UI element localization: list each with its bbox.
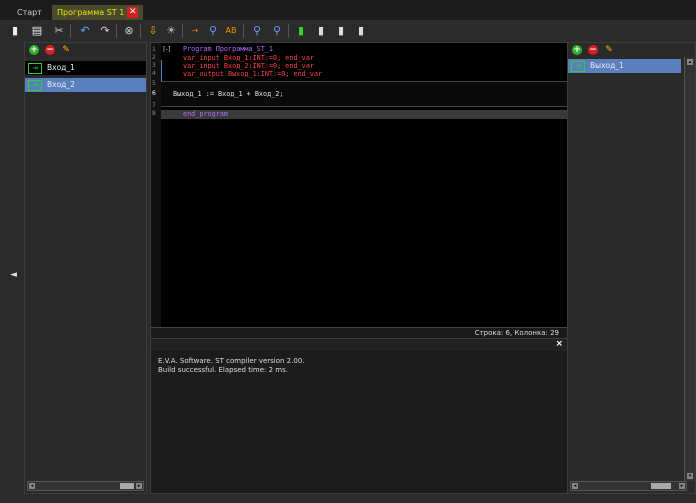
variable-label: Вход_2 (47, 80, 75, 89)
inputs-panel: + − ✎ ⇥ Вход_1 ⇥ Вход_2 ◂ ▸ (24, 42, 147, 494)
line-number: 4 (152, 70, 156, 77)
remove-icon[interactable]: − (588, 45, 598, 55)
outputs-panel-toolbar: + − ✎ (568, 43, 695, 57)
scroll-down-icon[interactable]: ▾ (687, 473, 693, 479)
line-number: 6 (152, 90, 156, 97)
outputs-panel: + − ✎ ⇥ Выход_1 ▴ ▾ ◂ ▸ (567, 42, 696, 494)
bookmark-prev-icon[interactable]: ▮ (314, 24, 328, 38)
separator (288, 24, 289, 38)
collapse-left-arrow-icon[interactable]: ◄ (10, 270, 17, 280)
debug-bug-icon[interactable]: ☀ (164, 24, 178, 38)
open-file-icon[interactable]: ▤ (30, 24, 44, 38)
zoom-out-icon[interactable]: ⚲ (270, 24, 284, 38)
undo-icon[interactable]: ↶ (78, 24, 92, 38)
output-header: × (151, 339, 567, 351)
scroll-thumb[interactable] (120, 483, 134, 489)
bookmark-clear-icon[interactable]: ▮ (354, 24, 368, 38)
horizontal-scrollbar[interactable]: ◂ ▸ (570, 481, 687, 491)
separator (243, 24, 244, 38)
horizontal-scrollbar[interactable]: ◂ ▸ (27, 481, 144, 491)
zoom-in-icon[interactable]: ⚲ (250, 24, 264, 38)
tab-start[interactable]: Старт (12, 5, 47, 20)
bookmark-green-icon[interactable]: ▮ (294, 24, 308, 38)
new-file-icon[interactable]: ▮ (8, 24, 22, 38)
code-line: var_input Вход_2:INT:=0; end_var (183, 62, 314, 70)
input-variable-icon: ⇥ (28, 63, 42, 74)
toolbar: ▮ ▤ ✂ ↶ ↷ ⊗ ⇩ ☀ ⇢ ⚲ AB ⚲ ⚲ ▮ ▮ ▮ ▮ (0, 20, 696, 42)
redo-icon[interactable]: ↷ (98, 24, 112, 38)
tab-bar: Старт Программа ST 1 ✕ (0, 0, 696, 21)
fold-toggle[interactable]: [-] (163, 45, 170, 53)
close-tab-icon[interactable]: ✕ (127, 7, 139, 18)
download-icon[interactable]: ⇩ (146, 24, 160, 38)
code-line: var_output Выход_1:INT:=0; end_var (183, 70, 323, 78)
scroll-thumb[interactable] (651, 483, 671, 489)
output-panel: × E.V.A. Software. ST compiler version 2… (150, 338, 568, 494)
scroll-left-icon[interactable]: ◂ (572, 483, 578, 489)
list-item[interactable]: ⇥ Вход_1 (25, 61, 146, 75)
separator (116, 24, 117, 38)
vertical-scrollbar[interactable]: ▴ ▾ (684, 57, 695, 481)
output-variable-icon: ⇥ (571, 61, 585, 72)
go-to-icon[interactable]: ⇢ (188, 24, 202, 38)
separator (140, 24, 141, 38)
find-replace-icon[interactable]: AB (224, 24, 238, 38)
separator (182, 24, 183, 38)
line-number: 2 (152, 54, 156, 61)
close-output-icon[interactable]: × (555, 339, 563, 349)
code-line: var_input Вход_1:INT:=0; end_var (183, 54, 314, 62)
tab-program-st-1[interactable]: Программа ST 1 ✕ (52, 5, 144, 20)
scroll-right-icon[interactable]: ▸ (679, 483, 685, 489)
add-icon[interactable]: + (572, 45, 582, 55)
line-number: 8 (152, 110, 156, 117)
edit-pencil-icon[interactable]: ✎ (61, 45, 71, 55)
bookmark-next-icon[interactable]: ▮ (334, 24, 348, 38)
scroll-left-icon[interactable]: ◂ (29, 483, 35, 489)
code-line: Выход_1 := Вход_1 + Вход_2; (173, 90, 284, 98)
tab-program-label: Программа ST 1 (57, 8, 125, 17)
inputs-panel-toolbar: + − ✎ (25, 43, 146, 57)
output-line: Build successful. Elapsed time: 2 ms. (158, 366, 288, 374)
remove-icon[interactable]: − (45, 45, 55, 55)
line-number: 7 (152, 102, 156, 109)
cut-icon[interactable]: ✂ (52, 24, 66, 38)
add-icon[interactable]: + (29, 45, 39, 55)
variable-label: Вход_1 (47, 63, 75, 72)
edit-pencil-icon[interactable]: ✎ (604, 45, 614, 55)
scroll-up-icon[interactable]: ▴ (687, 59, 693, 65)
code-line: end_program (183, 110, 229, 118)
output-line: E.V.A. Software. ST compiler version 2.0… (158, 357, 305, 365)
code-editor[interactable]: 1 2 3 4 5 6 7 8 [-] Program Программа_ST… (150, 42, 568, 340)
variable-label: Выход_1 (590, 61, 624, 70)
cursor-position: Строка: 6, Колонка: 29 (474, 329, 559, 337)
separator (70, 24, 71, 38)
find-icon[interactable]: ⚲ (206, 24, 220, 38)
line-number: 1 (152, 46, 156, 53)
list-item[interactable]: ⇥ Выход_1 (568, 59, 681, 73)
stop-icon[interactable]: ⊗ (122, 24, 136, 38)
code-line: Program Программа_ST_1 (183, 45, 274, 53)
input-variable-icon: ⇥ (28, 80, 42, 91)
line-number: 3 (152, 62, 156, 69)
scroll-right-icon[interactable]: ▸ (136, 483, 142, 489)
line-number: 5 (152, 80, 156, 87)
list-item[interactable]: ⇥ Вход_2 (25, 78, 146, 92)
